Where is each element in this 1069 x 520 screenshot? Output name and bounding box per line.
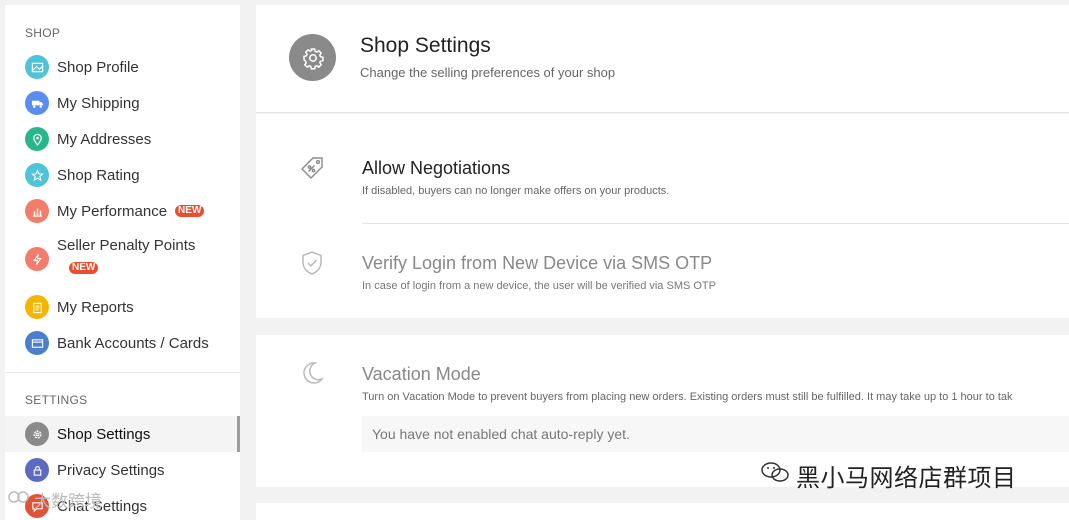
page-header: Shop Settings Change the selling prefere… (256, 5, 1069, 113)
chat-autoreply-notice[interactable]: You have not enabled chat auto-reply yet… (362, 416, 1069, 452)
sidebar-item-label: My Reports (57, 298, 134, 316)
watermark: 黑小马网络店群项目 (760, 458, 1017, 493)
sidebar-item-shop-rating[interactable]: Shop Rating (5, 157, 240, 193)
sidebar-item-seller-penalty-points[interactable]: Seller Penalty Points NEW (5, 237, 240, 281)
sidebar-item-bank-accounts[interactable]: Bank Accounts / Cards (5, 325, 240, 361)
option-description: In case of login from a new device, the … (362, 280, 716, 292)
sidebar-item-label: Privacy Settings (57, 461, 165, 479)
sidebar-item-shop-settings[interactable]: Shop Settings (5, 416, 240, 452)
sidebar-item-my-performance[interactable]: My Performance NEW (5, 193, 240, 229)
sidebar-item-label: My Performance (57, 202, 168, 220)
watermark-text: 黑小马网络店群项目 (796, 465, 1017, 492)
options-card: Allow Negotiations If disabled, buyers c… (256, 114, 1069, 318)
sidebar-item-label: Shop Settings (57, 425, 151, 443)
option-title: Allow Negotiations (362, 158, 511, 178)
option-title: Vacation Mode (362, 364, 481, 384)
lock-icon (25, 458, 49, 482)
location-pin-icon (25, 127, 49, 151)
sidebar-item-my-reports[interactable]: My Reports (5, 289, 240, 325)
watermark-bottom-left: 大数跨境 (8, 487, 102, 512)
sidebar-item-my-shipping[interactable]: My Shipping (5, 85, 240, 121)
section-title-shop: SHOP (25, 26, 61, 40)
sidebar-item-shop-profile[interactable]: Shop Profile (5, 49, 240, 85)
bar-chart-icon (25, 199, 49, 223)
sidebar-item-privacy-settings[interactable]: Privacy Settings (5, 452, 240, 488)
new-badge: NEW (175, 205, 205, 217)
next-card (256, 503, 1069, 520)
sidebar-item-my-addresses[interactable]: My Addresses (5, 121, 240, 157)
sidebar: SHOP Shop Profile My Shipping My Address… (5, 5, 240, 520)
price-tag-icon (298, 154, 326, 182)
gear-icon (289, 34, 336, 81)
star-icon (25, 163, 49, 187)
sidebar-divider (5, 372, 240, 373)
card-icon (25, 331, 49, 355)
section-title-settings: SETTINGS (25, 393, 88, 407)
sidebar-item-label: Shop Profile (57, 58, 139, 76)
gear-icon (25, 422, 49, 446)
moon-icon (298, 359, 326, 387)
option-divider (362, 223, 1069, 224)
clipboard-icon (25, 295, 49, 319)
image-icon (25, 55, 49, 79)
active-indicator (237, 416, 240, 452)
sidebar-item-label: My Shipping (57, 94, 140, 112)
logo-icon (8, 489, 30, 510)
watermark-bottom-left-text: 大数跨境 (34, 492, 102, 511)
sidebar-item-label: My Addresses (57, 130, 152, 148)
sidebar-item-label: Bank Accounts / Cards (57, 334, 209, 352)
sidebar-item-label: Shop Rating (57, 166, 140, 184)
option-description: If disabled, buyers can no longer make o… (362, 185, 670, 197)
sidebar-item-label: Seller Penalty Points (57, 237, 196, 254)
shield-check-icon (298, 249, 326, 277)
new-badge: NEW (69, 262, 99, 274)
option-description: Turn on Vacation Mode to prevent buyers … (362, 391, 1013, 403)
option-title: Verify Login from New Device via SMS OTP (362, 253, 713, 273)
wechat-icon (760, 460, 790, 491)
truck-icon (25, 91, 49, 115)
page-title: Shop Settings (360, 34, 491, 57)
lightning-icon (25, 247, 49, 271)
page-subtitle: Change the selling preferences of your s… (360, 65, 616, 80)
